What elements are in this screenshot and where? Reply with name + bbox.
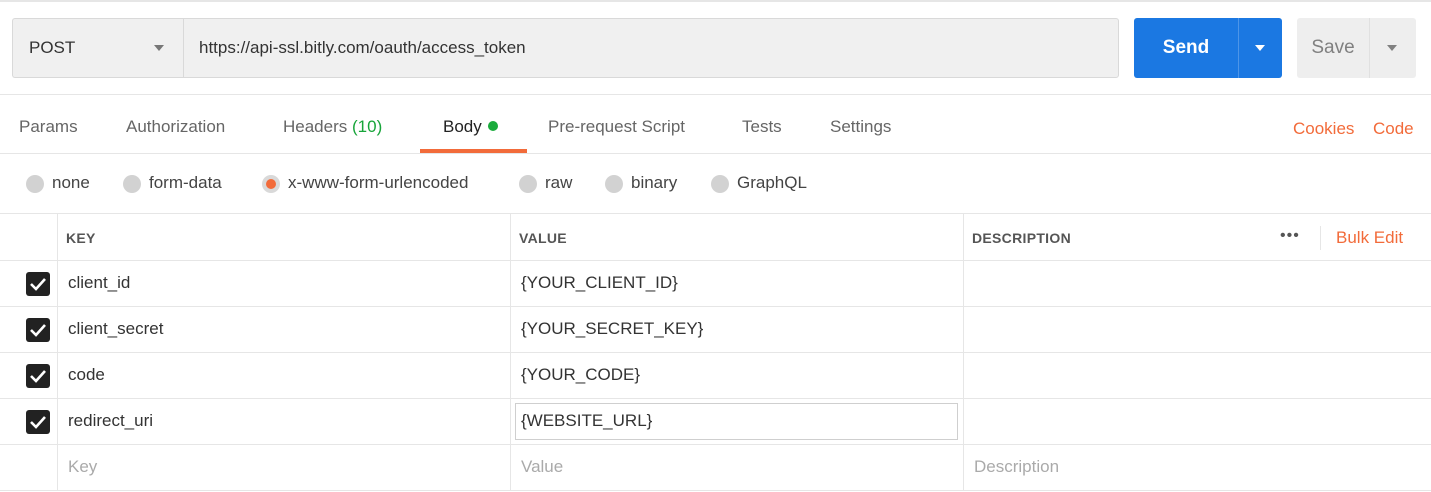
- column-divider: [963, 214, 964, 260]
- table-row: code {YOUR_CODE}: [0, 353, 1431, 399]
- bulk-edit-link[interactable]: Bulk Edit: [1336, 228, 1403, 248]
- save-label: Save: [1311, 37, 1355, 58]
- radio-label: binary: [631, 173, 678, 192]
- column-divider: [57, 445, 58, 490]
- new-value-input[interactable]: Value: [521, 457, 563, 477]
- tab-settings[interactable]: Settings: [830, 117, 891, 137]
- save-options-button[interactable]: [1369, 18, 1416, 78]
- column-divider: [963, 261, 964, 306]
- tab-headers[interactable]: Headers (10): [283, 117, 382, 137]
- key-cell[interactable]: code: [68, 365, 105, 385]
- column-divider: [510, 399, 511, 444]
- radio-label: x-www-form-urlencoded: [288, 173, 469, 192]
- radio-circle-icon: [26, 175, 44, 193]
- tab-headers-label: Headers: [283, 117, 348, 136]
- radio-circle-icon: [123, 175, 141, 193]
- row-checkbox[interactable]: [26, 410, 50, 434]
- radio-label: raw: [545, 173, 573, 192]
- header-description: DESCRIPTION: [972, 230, 1071, 246]
- new-description-input[interactable]: Description: [974, 457, 1059, 477]
- column-divider: [963, 353, 964, 398]
- checkmark-icon: [30, 370, 46, 383]
- code-link[interactable]: Code: [1373, 119, 1414, 139]
- column-divider: [57, 307, 58, 352]
- table-header: KEY VALUE DESCRIPTION ••• Bulk Edit: [0, 214, 1431, 261]
- column-divider: [57, 261, 58, 306]
- row-checkbox[interactable]: [26, 364, 50, 388]
- column-divider: [510, 445, 511, 490]
- caret-down-icon: [1255, 45, 1265, 51]
- save-button[interactable]: Save: [1297, 18, 1369, 78]
- checkmark-icon: [30, 416, 46, 429]
- status-dot-icon: [487, 121, 498, 131]
- column-divider: [963, 307, 964, 352]
- column-divider: [510, 307, 511, 352]
- column-divider: [963, 445, 964, 490]
- radio-selected-icon: [262, 175, 280, 193]
- table-row: client_id {YOUR_CLIENT_ID}: [0, 261, 1431, 307]
- send-options-button[interactable]: [1238, 18, 1282, 78]
- request-tabs: Params Authorization Headers (10) Body P…: [0, 94, 1431, 154]
- header-key: KEY: [66, 230, 96, 246]
- column-divider: [510, 261, 511, 306]
- tab-params[interactable]: Params: [19, 117, 78, 137]
- column-divider: [57, 353, 58, 398]
- radio-label: GraphQL: [737, 173, 807, 192]
- params-table: KEY VALUE DESCRIPTION ••• Bulk Edit clie…: [0, 213, 1431, 492]
- send-label: Send: [1162, 37, 1210, 58]
- checkmark-icon: [30, 278, 46, 291]
- send-button[interactable]: Send: [1134, 18, 1238, 78]
- url-text: https://api-ssl.bitly.com/oauth/access_t…: [199, 38, 526, 57]
- method-select[interactable]: POST: [12, 18, 183, 78]
- radio-circle-icon: [519, 175, 537, 193]
- column-divider: [510, 214, 511, 260]
- active-tab-indicator: [420, 149, 527, 153]
- table-row: client_secret {YOUR_SECRET_KEY}: [0, 307, 1431, 353]
- radio-circle-icon: [605, 175, 623, 193]
- key-cell[interactable]: redirect_uri: [68, 411, 153, 431]
- column-divider: [963, 399, 964, 444]
- tab-pre-request-script[interactable]: Pre-request Script: [548, 117, 685, 137]
- column-divider: [57, 214, 58, 260]
- header-value: VALUE: [519, 230, 567, 246]
- request-bar: POST https://api-ssl.bitly.com/oauth/acc…: [0, 2, 1431, 94]
- value-cell[interactable]: {YOUR_SECRET_KEY}: [521, 319, 703, 339]
- divider: [1320, 226, 1321, 250]
- checkmark-icon: [30, 324, 46, 337]
- more-options-icon[interactable]: •••: [1280, 227, 1300, 245]
- table-row: redirect_uri {WEBSITE_URL}: [0, 399, 1431, 445]
- key-cell[interactable]: client_secret: [68, 319, 163, 339]
- radio-circle-icon: [711, 175, 729, 193]
- cookies-link[interactable]: Cookies: [1293, 119, 1354, 139]
- tab-body-label: Body: [443, 117, 482, 136]
- headers-count-badge: (10): [352, 117, 383, 136]
- column-divider: [510, 353, 511, 398]
- url-input[interactable]: https://api-ssl.bitly.com/oauth/access_t…: [183, 18, 1119, 78]
- radio-label: form-data: [149, 173, 222, 192]
- value-cell[interactable]: {YOUR_CODE}: [521, 365, 640, 385]
- value-cell[interactable]: {YOUR_CLIENT_ID}: [521, 273, 678, 293]
- radio-label: none: [52, 173, 90, 192]
- method-label: POST: [29, 38, 76, 57]
- row-checkbox[interactable]: [26, 318, 50, 342]
- row-checkbox[interactable]: [26, 272, 50, 296]
- tab-authorization[interactable]: Authorization: [126, 117, 225, 137]
- new-key-input[interactable]: Key: [68, 457, 97, 477]
- tab-tests[interactable]: Tests: [742, 117, 782, 137]
- caret-down-icon: [1387, 45, 1397, 51]
- column-divider: [57, 399, 58, 444]
- tab-body[interactable]: Body: [443, 117, 498, 137]
- key-cell[interactable]: client_id: [68, 273, 130, 293]
- value-cell[interactable]: {WEBSITE_URL}: [521, 411, 652, 431]
- table-row-new: Key Value Description: [0, 445, 1431, 491]
- body-type-selector: none form-data x-www-form-urlencoded raw…: [0, 155, 1431, 213]
- chevron-down-icon: [154, 45, 164, 51]
